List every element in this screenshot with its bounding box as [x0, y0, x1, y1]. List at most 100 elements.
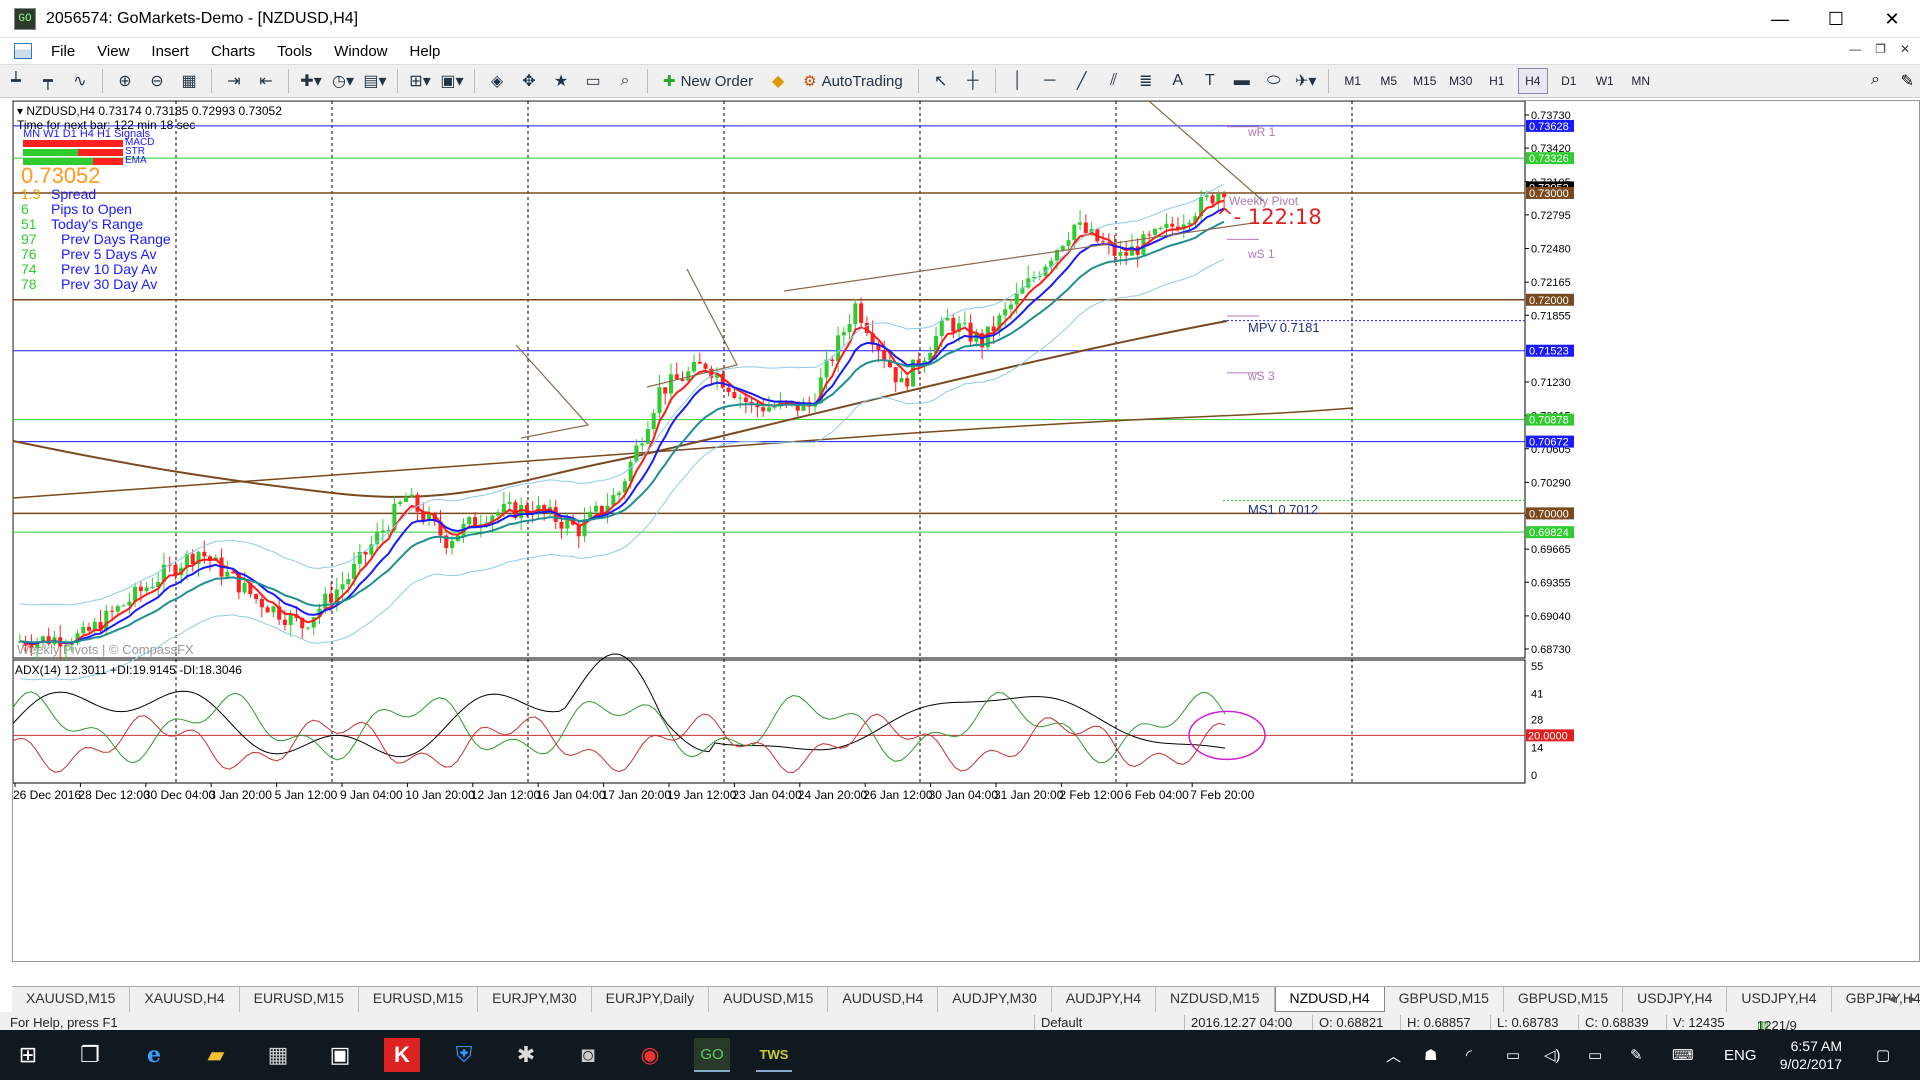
timeframe-w1[interactable]: W1 — [1590, 68, 1620, 94]
camera-icon[interactable]: ◙ — [570, 1038, 606, 1072]
strategy-tester-icon[interactable]: ⌕ — [612, 68, 638, 94]
line-chart-icon[interactable]: ∿ — [67, 68, 93, 94]
tile-windows-icon[interactable]: ▦ — [176, 68, 202, 94]
timeframe-m15[interactable]: M15 — [1410, 68, 1440, 94]
fibonacci-icon[interactable]: ≣ — [1133, 68, 1159, 94]
zoom-in-icon[interactable]: ⊕ — [112, 68, 138, 94]
new-order-button[interactable]: ✚ New Order — [657, 68, 759, 94]
menu-charts[interactable]: Charts — [200, 43, 266, 60]
show-hidden-icons[interactable]: ︿ — [1386, 1030, 1401, 1080]
volume-icon[interactable]: ◁) — [1544, 1030, 1561, 1080]
indicators-icon[interactable]: ✚▾ — [298, 68, 324, 94]
language-indicator[interactable]: ENG — [1724, 1030, 1757, 1080]
chart-tab[interactable]: USDJPY,H4 — [1623, 987, 1728, 1012]
text-icon[interactable]: A — [1165, 68, 1191, 94]
ellipse-icon[interactable]: ⬭ — [1261, 68, 1287, 94]
display-icon[interactable]: ▭ — [1588, 1030, 1602, 1080]
tab-scroll-arrows[interactable]: ◂ ▸ — [1888, 990, 1916, 1007]
chart-tab[interactable]: EURJPY,Daily — [592, 987, 710, 1012]
task-view-icon[interactable]: ❐ — [72, 1038, 108, 1072]
battery-icon[interactable]: ▭ — [1506, 1030, 1520, 1080]
price-chart[interactable]: 0.737300.734200.731050.727950.724800.721… — [13, 101, 1919, 961]
notifications-icon[interactable]: ▢ — [1876, 1030, 1890, 1080]
metatrader-icon[interactable]: GO — [694, 1038, 730, 1072]
timeframe-h1[interactable]: H1 — [1482, 68, 1512, 94]
profiles-icon[interactable]: ▣▾ — [439, 68, 465, 94]
candlestick-icon[interactable]: ┯ — [35, 68, 61, 94]
chart-tab[interactable]: NZDUSD,H4 — [1274, 987, 1385, 1012]
keyboard-icon[interactable]: ⌨ — [1672, 1030, 1694, 1080]
market-watch-icon[interactable]: ◈ — [484, 68, 510, 94]
bar-chart-icon[interactable]: ┷ — [3, 68, 29, 94]
chart-tab[interactable]: EURUSD,M15 — [359, 987, 479, 1012]
child-minimize-icon[interactable]: — — [1849, 42, 1861, 56]
menu-view[interactable]: View — [86, 43, 140, 60]
tab-scroll-left-icon[interactable]: ◂ — [1888, 990, 1895, 1007]
timeframe-m5[interactable]: M5 — [1374, 68, 1404, 94]
store-icon[interactable]: ▣ — [322, 1038, 358, 1072]
auto-scroll-icon[interactable]: ⇥ — [221, 68, 247, 94]
edge-icon[interactable]: e — [136, 1038, 172, 1072]
chat-icon[interactable]: ✎ — [1901, 71, 1914, 91]
tws-icon[interactable]: TWS — [756, 1038, 792, 1072]
chrome-icon[interactable]: ◉ — [632, 1038, 668, 1072]
menu-file[interactable]: File — [40, 43, 86, 60]
chart-tab[interactable]: AUDUSD,M15 — [709, 987, 829, 1012]
periods-icon[interactable]: ◷▾ — [330, 68, 356, 94]
rectangle-icon[interactable]: ▬ — [1229, 68, 1255, 94]
text-label-icon[interactable]: T — [1197, 68, 1223, 94]
file-explorer-icon[interactable]: ▰ — [198, 1038, 234, 1072]
chart-tab[interactable]: EURUSD,M15 — [240, 987, 359, 1012]
chart-tab[interactable]: AUDJPY,H4 — [1052, 987, 1157, 1012]
child-restore-icon[interactable]: ❐ — [1875, 42, 1886, 56]
chart-tab[interactable]: USDJPY,H4 — [1727, 987, 1832, 1012]
zoom-out-icon[interactable]: ⊖ — [144, 68, 170, 94]
arrows-icon[interactable]: ✈▾ — [1293, 68, 1319, 94]
maximize-button[interactable]: ☐ — [1808, 0, 1864, 38]
chart-tab[interactable]: GBPUSD,M15 — [1504, 987, 1624, 1012]
chart-tab[interactable]: XAUUSD,H4 — [130, 987, 240, 1012]
chart-tab[interactable]: AUDUSD,H4 — [828, 987, 939, 1012]
autotrading-button[interactable]: ⚙ AutoTrading — [797, 68, 909, 94]
menu-tools[interactable]: Tools — [266, 43, 323, 60]
timeframe-d1[interactable]: D1 — [1554, 68, 1584, 94]
navigator-icon[interactable]: ★ — [548, 68, 574, 94]
close-button[interactable]: ✕ — [1864, 0, 1920, 38]
vertical-line-icon[interactable]: │ — [1005, 68, 1031, 94]
chart-tab[interactable]: AUDJPY,M30 — [938, 987, 1052, 1012]
wifi-icon[interactable]: ◜ — [1466, 1030, 1472, 1080]
shield-app-icon[interactable]: ⛨ — [446, 1038, 482, 1072]
crosshair-icon[interactable]: ┼ — [960, 68, 986, 94]
chart-tab[interactable]: EURJPY,M30 — [478, 987, 592, 1012]
clock[interactable]: 6:57 AM 9/02/2017 — [1780, 1037, 1842, 1073]
menu-insert[interactable]: Insert — [140, 43, 200, 60]
minimize-button[interactable]: — — [1752, 0, 1808, 38]
chart-shift-icon[interactable]: ⇤ — [253, 68, 279, 94]
menu-help[interactable]: Help — [399, 43, 452, 60]
horizontal-line-icon[interactable]: ─ — [1037, 68, 1063, 94]
new-chart-icon[interactable]: ⊞▾ — [407, 68, 433, 94]
chart-tab[interactable]: NZDUSD,M15 — [1156, 987, 1275, 1012]
chart-tab[interactable]: XAUUSD,M15 — [12, 987, 131, 1012]
chart-window[interactable]: 0.737300.734200.731050.727950.724800.721… — [12, 100, 1920, 962]
chart-window-icon[interactable] — [14, 43, 32, 59]
tab-scroll-right-icon[interactable]: ▸ — [1909, 990, 1916, 1007]
calculator-icon[interactable]: ▦ — [260, 1038, 296, 1072]
templates-icon[interactable]: ▤▾ — [362, 68, 388, 94]
terminal-icon[interactable]: ▭ — [580, 68, 606, 94]
windows-start-icon[interactable]: ⊞ — [10, 1038, 46, 1072]
chart-tab[interactable]: GBPUSD,M15 — [1385, 987, 1504, 1012]
cursor-icon[interactable]: ↖ — [928, 68, 954, 94]
child-close-icon[interactable]: ✕ — [1900, 42, 1910, 56]
network-tool-icon[interactable]: ✱ — [508, 1038, 544, 1072]
trendline-icon[interactable]: ╱ — [1069, 68, 1095, 94]
kaspersky-icon[interactable]: K — [384, 1038, 420, 1072]
data-window-icon[interactable]: ✥ — [516, 68, 542, 94]
timeframe-mn[interactable]: MN — [1626, 68, 1656, 94]
timeframe-m1[interactable]: M1 — [1338, 68, 1368, 94]
timeframe-h4[interactable]: H4 — [1517, 68, 1548, 94]
pen-icon[interactable]: ✎ — [1630, 1030, 1643, 1080]
menu-window[interactable]: Window — [323, 43, 398, 60]
equidistant-channel-icon[interactable]: ⫽ — [1101, 68, 1127, 94]
metaeditor-icon[interactable]: ◆ — [765, 68, 791, 94]
